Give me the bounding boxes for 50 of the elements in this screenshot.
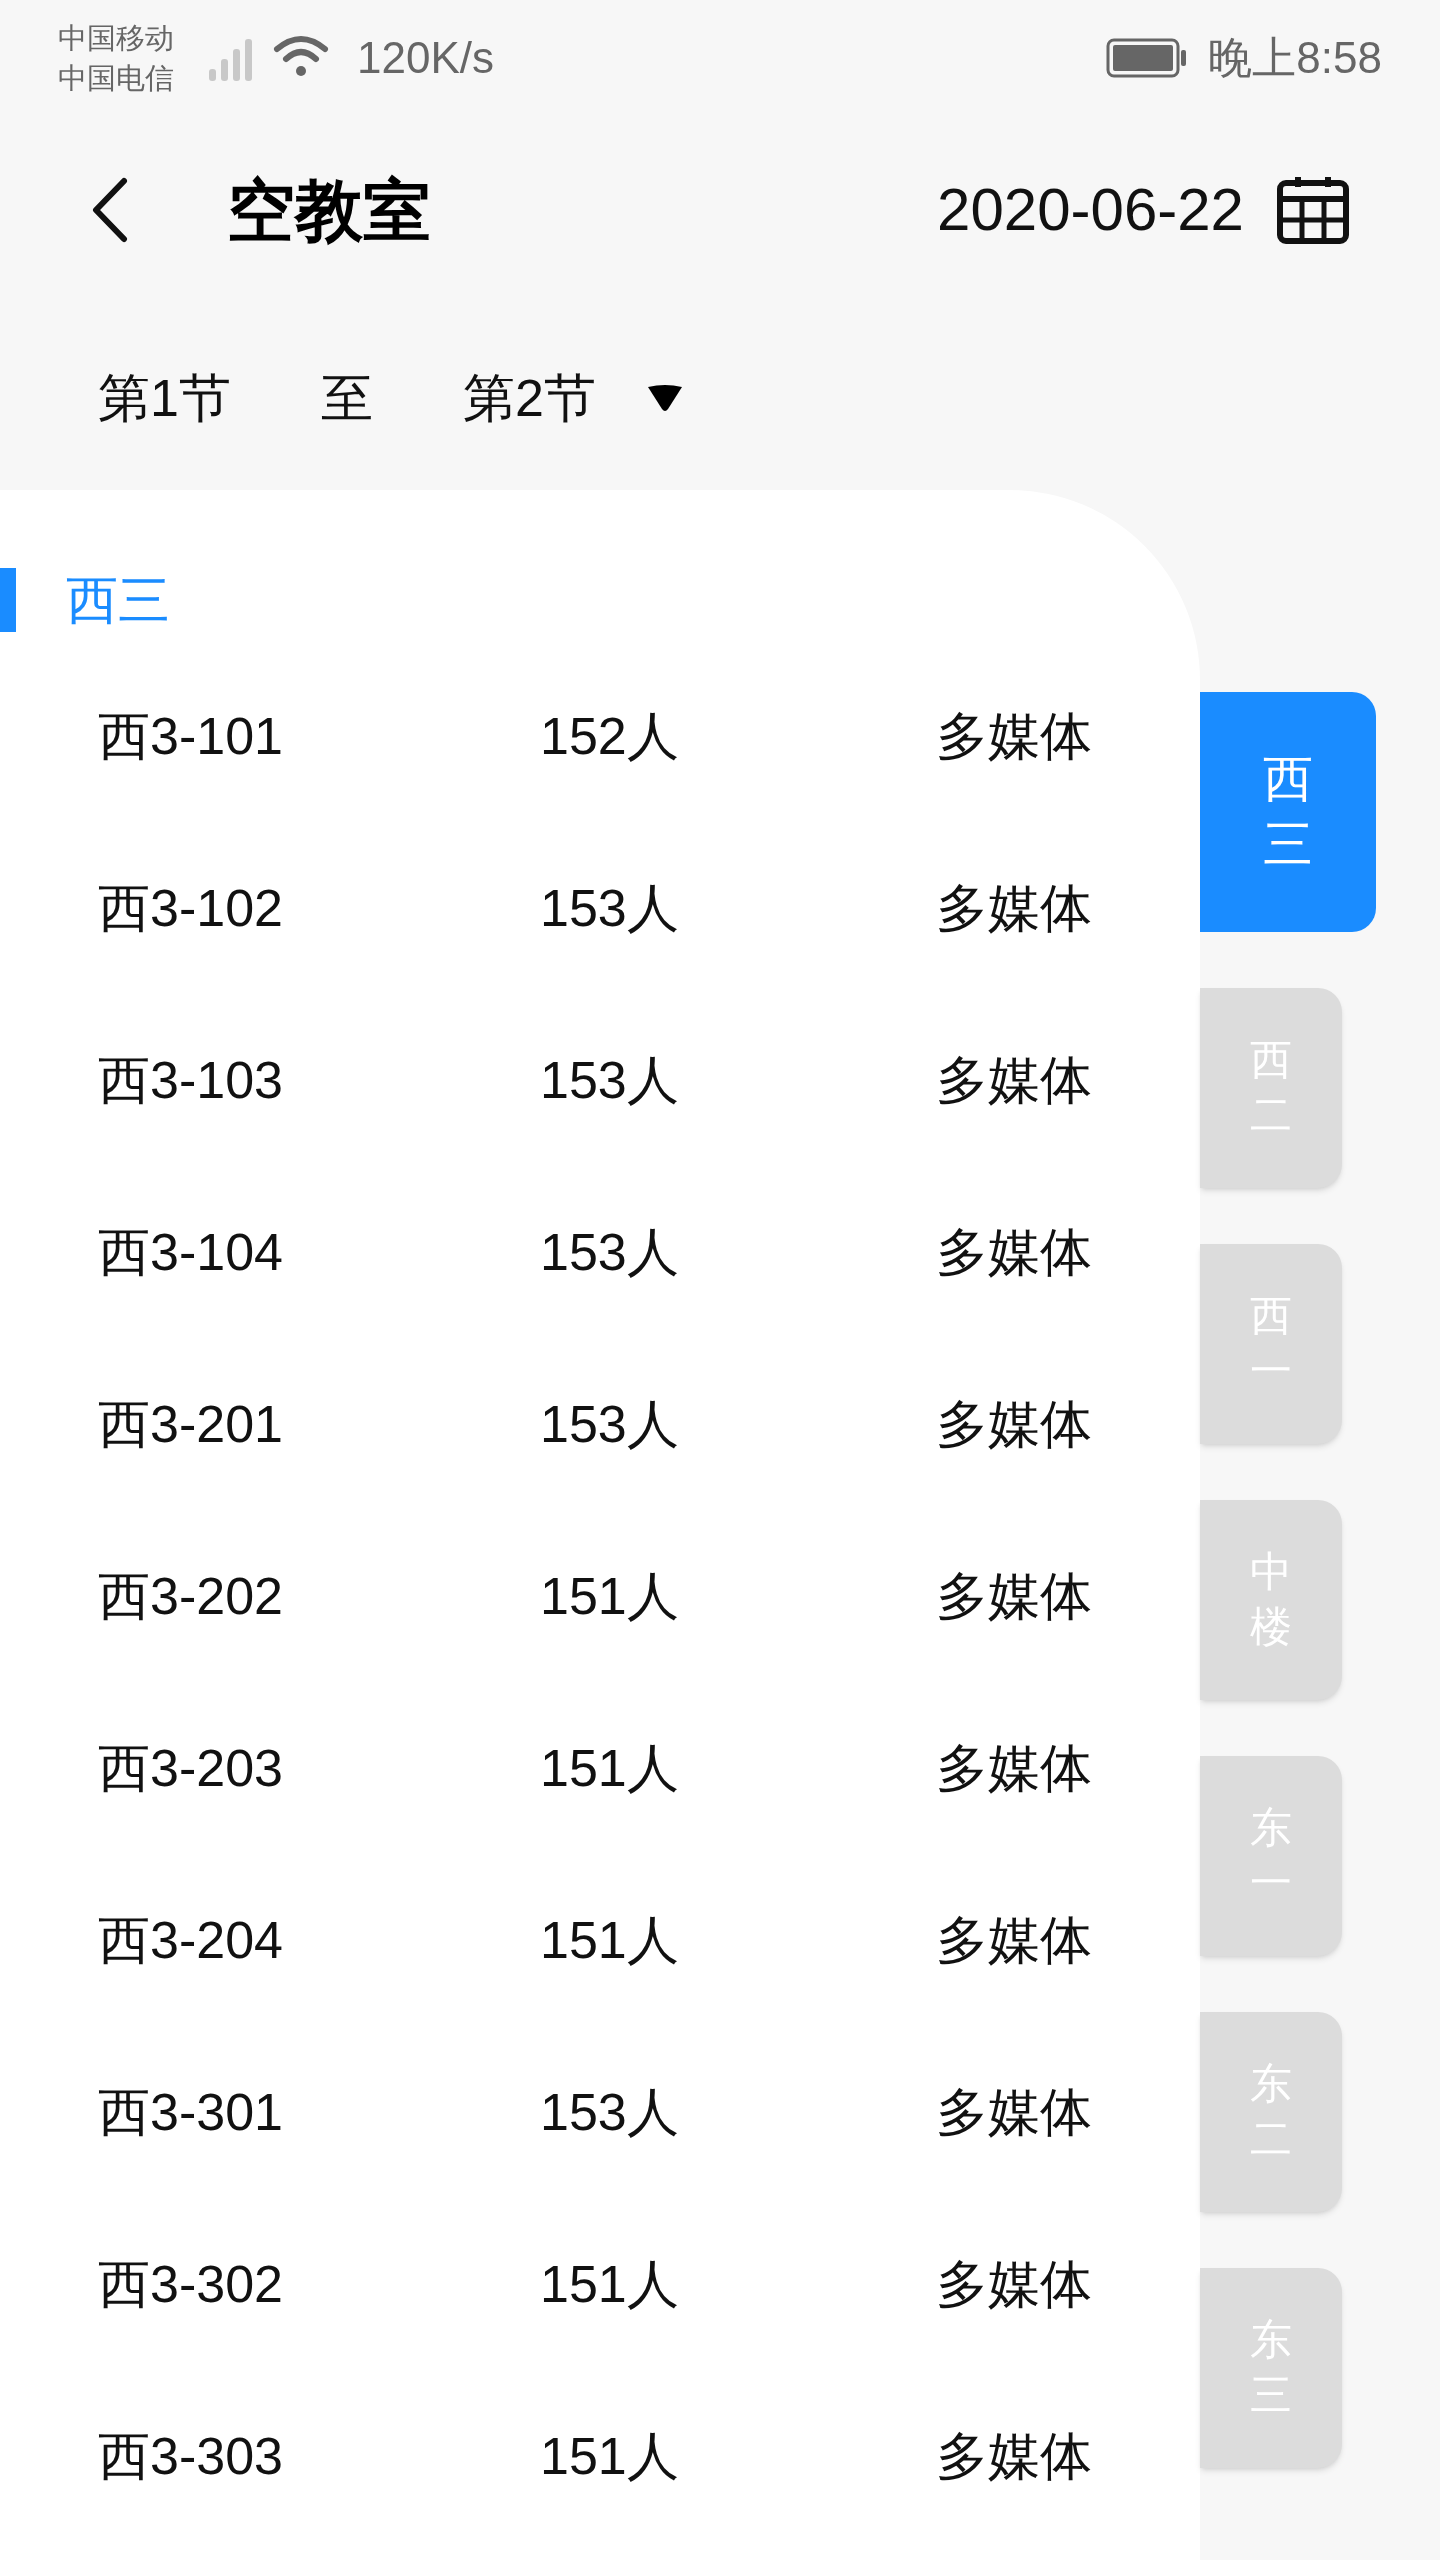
room-type: 多媒体 — [936, 706, 1092, 767]
room-name: 西3-301 — [98, 2082, 284, 2143]
room-name: 西3-201 — [98, 1394, 284, 1455]
room-type: 多媒体 — [936, 878, 1092, 939]
room-capacity: 151人 — [540, 2426, 680, 2487]
battery-icon — [1106, 37, 1189, 78]
room-type: 多媒体 — [936, 1394, 1092, 1455]
room-capacity: 151人 — [540, 2254, 680, 2315]
section-indicator — [0, 568, 16, 632]
room-capacity: 151人 — [540, 1738, 680, 1799]
room-name: 西3-103 — [98, 1050, 284, 1111]
section-title: 西三 — [66, 570, 170, 631]
room-type: 多媒体 — [936, 1566, 1092, 1627]
room-type: 多媒体 — [936, 1910, 1092, 1971]
start-period-button[interactable]: 第1节 — [98, 358, 231, 437]
back-icon — [90, 177, 130, 243]
network-speed: 120K/s — [357, 31, 494, 84]
calendar-button[interactable] — [1276, 175, 1350, 245]
room-type: 多媒体 — [936, 1050, 1092, 1111]
room-type: 多媒体 — [936, 2426, 1092, 2487]
room-capacity: 151人 — [540, 1566, 680, 1627]
clock-time: 晚上8:58 — [1208, 31, 1382, 84]
room-name: 西3-101 — [98, 706, 284, 767]
dropdown-icon[interactable] — [645, 382, 684, 413]
range-separator: 至 — [320, 367, 373, 429]
room-name: 西3-302 — [98, 2254, 284, 2315]
room-capacity: 153人 — [540, 2082, 680, 2143]
room-name: 西3-303 — [98, 2426, 284, 2487]
room-name: 西3-102 — [98, 878, 284, 939]
room-name: 西3-203 — [98, 1738, 284, 1799]
room-capacity: 151人 — [540, 1910, 680, 1971]
calendar-icon — [1276, 175, 1350, 245]
carrier-name: 中国电信 — [58, 60, 174, 96]
room-name: 西3-204 — [98, 1910, 284, 1971]
room-type: 多媒体 — [936, 1738, 1092, 1799]
room-capacity: 153人 — [540, 1222, 680, 1283]
end-period-button[interactable]: 第2节 — [462, 358, 596, 437]
room-type: 多媒体 — [936, 2254, 1092, 2315]
date-button[interactable]: 2020-06-22 — [937, 165, 1244, 255]
carrier-name: 中国移动 — [58, 20, 174, 56]
room-capacity: 152人 — [540, 706, 680, 767]
room-capacity: 153人 — [540, 878, 680, 939]
room-capacity: 153人 — [540, 1050, 680, 1111]
room-capacity: 153人 — [540, 1394, 680, 1455]
room-type: 多媒体 — [936, 2082, 1092, 2143]
room-type: 多媒体 — [936, 1222, 1092, 1283]
building-tab[interactable]: 西三 — [1200, 692, 1376, 932]
room-name: 西3-104 — [98, 1222, 284, 1283]
room-name: 西3-202 — [98, 1566, 284, 1627]
page-title: 空教室 — [227, 171, 431, 250]
